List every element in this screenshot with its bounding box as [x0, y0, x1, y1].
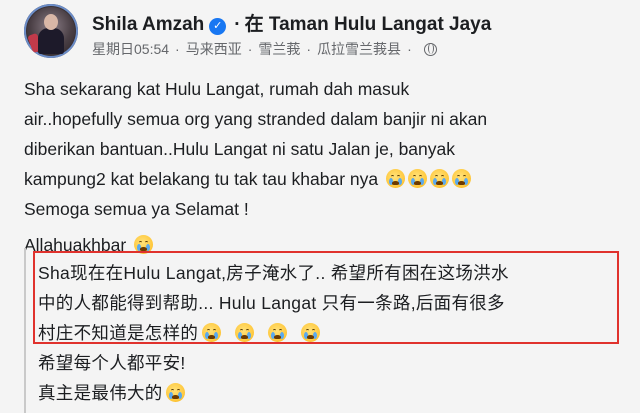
translation-line-with-emoji: 村庄不知道是怎样的	[38, 318, 628, 348]
post-header: Shila Amzah ✓ · 在 Taman Hulu Langat Jaya 星期…	[0, 0, 640, 62]
crying-emoji-icon	[165, 383, 185, 402]
translation-line-with-emoji: 真主是最伟大的	[38, 378, 628, 408]
post-day[interactable]: 星期日	[92, 41, 134, 57]
author-avatar[interactable]	[24, 4, 78, 58]
author-line: Shila Amzah ✓ · 在 Taman Hulu Langat Jaya	[92, 9, 491, 36]
translation-line-text: 村庄不知道是怎样的	[38, 323, 199, 343]
separator-dot: ·	[407, 41, 412, 57]
translation-line: 中的人都能得到帮助... Hulu Langat 只有一条路,后面有很多	[38, 293, 505, 313]
post-line-text: kampung2 kat belakang tu tak tau khabar …	[24, 169, 379, 189]
post-body: Sha sekarang kat Hulu Langat, rumah dah …	[24, 74, 624, 260]
globe-icon[interactable]	[423, 43, 437, 56]
translation-line: 希望每个人都平安!	[38, 353, 186, 373]
separator-dot: ·	[175, 41, 180, 57]
separator-dot: ·	[247, 41, 253, 57]
post-line-with-emoji: kampung2 kat belakang tu tak tau khabar …	[24, 164, 624, 194]
crying-emoji-icon	[430, 169, 450, 188]
crying-emoji-icon	[268, 323, 288, 342]
location-link[interactable]: Taman Hulu Langat Jaya	[269, 14, 491, 35]
crying-emoji-icon	[235, 323, 255, 342]
post-line: diberikan bantuan..Hulu Langat ni satu J…	[24, 139, 455, 159]
crying-emoji-icon	[202, 323, 222, 342]
separator-dot: ·	[306, 41, 312, 57]
region-state: 雪兰莪	[258, 41, 301, 57]
translation-text: Sha现在在Hulu Langat,房子淹水了.. 希望所有困在这场洪水 中的人…	[38, 258, 628, 408]
crying-emoji-icon	[301, 323, 321, 342]
post-line: Semoga semua ya Selamat !	[24, 199, 249, 219]
post-line: Sha sekarang kat Hulu Langat, rumah dah …	[24, 79, 410, 99]
post-meta: 星期日05:54 · 马来西亚 · 雪兰莪 · 瓜拉雪兰莪县 ·	[92, 39, 437, 59]
crying-emoji-icon	[408, 169, 428, 188]
translation-block: Sha现在在Hulu Langat,房子淹水了.. 希望所有困在这场洪水 中的人…	[24, 248, 636, 413]
region-country: 马来西亚	[185, 41, 242, 57]
translation-line: Sha现在在Hulu Langat,房子淹水了.. 希望所有困在这场洪水	[38, 263, 509, 283]
separator-dot: ·	[234, 14, 241, 35]
post-line: air..hopefully semua org yang stranded d…	[24, 109, 488, 129]
crying-emoji-icon	[386, 169, 406, 188]
translation-line-text: 真主是最伟大的	[38, 383, 163, 403]
author-name[interactable]: Shila Amzah	[92, 14, 204, 35]
crying-emoji-icon	[452, 169, 472, 188]
verified-badge-icon: ✓	[209, 18, 227, 35]
region-district: 瓜拉雪兰莪县	[317, 41, 402, 57]
location-prefix: 在	[244, 14, 264, 35]
post-time[interactable]: 05:54	[134, 41, 169, 57]
